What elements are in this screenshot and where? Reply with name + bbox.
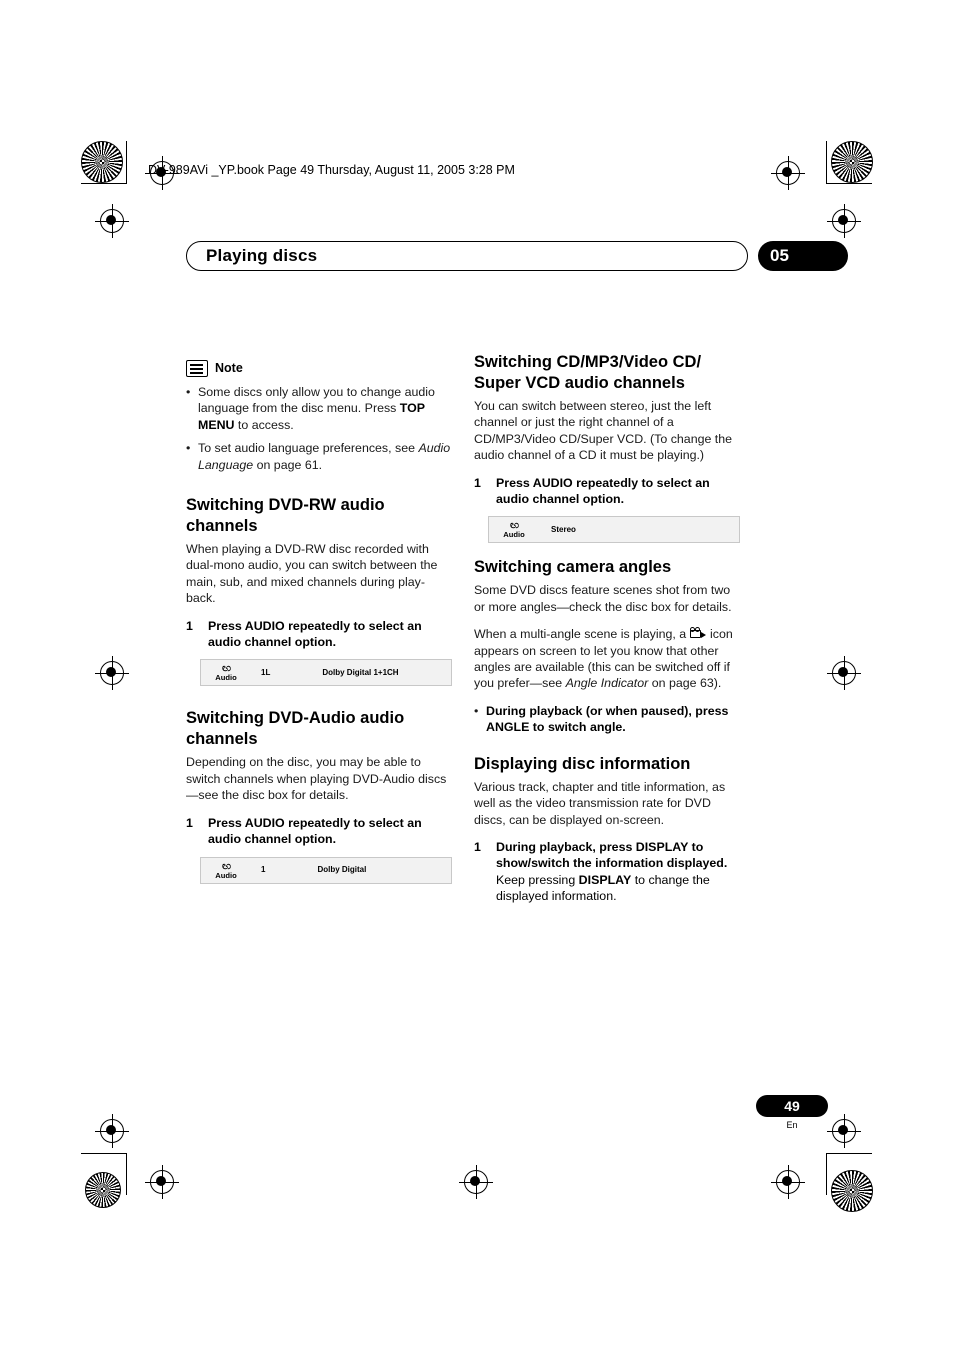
chapter-number: 05: [770, 246, 789, 265]
printer-starburst-bottom-right: [831, 1170, 873, 1212]
body-camera-angles-2: When a multi-angle scene is playing, a i…: [474, 626, 742, 692]
osd-format-value: Dolby Digital 1+1CH: [322, 667, 399, 677]
note-heading: Note: [186, 360, 454, 377]
camera-angle-icon: [689, 627, 707, 640]
step-text: Press AUDIO repeatedly to select an audi…: [208, 618, 422, 650]
note-bullet-1: • Some discs only allow you to change au…: [186, 384, 454, 433]
note-bullet-2: • To set audio language preferences, see…: [186, 440, 454, 473]
osd-strip-dvd-rw: ඟ Audio 1L Dolby Digital 1+1CH: [200, 659, 452, 687]
step-disc-info: 1 During playback, press DISPLAY to show…: [474, 839, 742, 905]
osd-strip-dvd-audio: ඟ Audio 1 Dolby Digital: [200, 856, 452, 884]
crop-rule-bottom-left-h: [81, 1153, 127, 1154]
crop-rule-bottom-right-v: [826, 1153, 827, 1195]
registration-mark-center-left: [95, 656, 129, 690]
osd-mode-value: Stereo: [551, 524, 576, 534]
step-bold-text: During playback, press DISPLAY to show/s…: [496, 839, 728, 871]
bullet-angle-text: During playback (or when paused), press …: [486, 703, 729, 735]
step-text: Press AUDIO repeatedly to select an audi…: [208, 815, 422, 847]
crop-rule-top-right-v: [826, 141, 827, 183]
audio-icon-caption: Audio: [215, 870, 237, 880]
step-text: During playback, press DISPLAY to show/s…: [496, 839, 742, 905]
step-number: 1: [186, 815, 193, 830]
registration-mark-top-right: [771, 156, 805, 190]
angle-indicator-reference: Angle Indicator: [565, 676, 649, 691]
page-language-code: En: [786, 1120, 798, 1130]
body-dvd-rw: When playing a DVD-RW disc recorded with…: [186, 542, 438, 606]
registration-mark-bottom-left: [145, 1165, 179, 1199]
step-number: 1: [474, 475, 481, 490]
display-keyword: DISPLAY: [578, 872, 632, 887]
audio-disc-icon: ඟ Audio: [213, 663, 239, 682]
bullet-dot: •: [186, 441, 191, 456]
osd-format-value: Dolby Digital: [317, 864, 367, 874]
registration-mark-lower-right: [827, 1114, 861, 1148]
note-label: Note: [215, 361, 243, 376]
step-followup-pre: Keep pressing: [496, 872, 579, 887]
body-dvd-audio: Depending on the disc, you may be able t…: [186, 755, 447, 803]
note-icon: [186, 360, 208, 377]
page-number: 49: [784, 1098, 800, 1114]
registration-mark-center-right: [827, 656, 861, 690]
note-bullet-2-pre: To set audio language preferences, see: [198, 441, 419, 456]
registration-mark-mid-left: [95, 204, 129, 238]
crop-rule-bottom-right-h: [826, 1153, 872, 1154]
registration-mark-bottom-right: [771, 1165, 805, 1199]
file-slug-line: DV-989AVi _YP.book Page 49 Thursday, Aug…: [148, 163, 515, 177]
note-bullet-1-post: to access.: [234, 417, 294, 432]
crop-rule-top-right-h: [826, 183, 872, 184]
printer-starburst-bottom-left: [85, 1172, 121, 1208]
note-bullet-2-post: on page 61.: [253, 457, 323, 472]
audio-icon-caption: Audio: [503, 530, 525, 540]
step-cd-mp3: 1 Press AUDIO repeatedly to select an au…: [474, 475, 742, 508]
page-title: Playing discs: [206, 246, 318, 265]
step-number: 1: [186, 618, 193, 633]
printer-starburst-top-left: [81, 141, 123, 183]
body-camera-angles-1: Some DVD discs feature scenes shot from …: [474, 583, 732, 614]
heading-switching-cd-mp3-video-cd-audio-channels: Switching CD/MP3/Video CD/ Super VCD aud…: [474, 353, 702, 392]
note-bullet-1-text: Some discs only allow you to change audi…: [198, 384, 454, 433]
registration-mark-lower-left: [95, 1114, 129, 1148]
heading-displaying-disc-information: Displaying disc information: [474, 754, 691, 773]
crop-rule-top-left-v: [126, 141, 127, 183]
right-column: Switching CD/MP3/Video CD/ Super VCD aud…: [474, 352, 742, 905]
osd-channel-value: 1: [261, 864, 266, 874]
step-text: Press AUDIO repeatedly to select an audi…: [496, 475, 710, 507]
body-disc-info: Various track, chapter and title informa…: [474, 779, 726, 827]
crop-rule-top-left-h: [81, 183, 127, 184]
body-cd-mp3: You can switch between stereo, just the …: [474, 399, 733, 463]
registration-mark-bottom-center: [459, 1165, 493, 1199]
bullet-dot: •: [474, 703, 479, 718]
heading-switching-dvd-audio-audio-channels: Switching DVD-Audio audio channels: [186, 709, 405, 749]
step-follow-up: Keep pressing DISPLAY to change the disp…: [496, 873, 710, 903]
camera-angles-post: on page 63).: [648, 676, 722, 691]
bullet-angle-playback: • During playback (or when paused), pres…: [474, 703, 742, 736]
step-dvd-audio: 1 Press AUDIO repeatedly to select an au…: [186, 815, 454, 848]
crop-rule-bottom-left-v: [126, 1153, 127, 1195]
osd-strip-cd-mp3: ඟ Audio Stereo: [488, 516, 740, 544]
heading-switching-dvd-rw-audio-channels: Switching DVD-RW audio channels: [186, 496, 385, 536]
heading-switching-camera-angles: Switching camera angles: [474, 558, 672, 577]
note-bullet-2-text: To set audio language preferences, see A…: [198, 440, 454, 473]
step-number: 1: [474, 839, 481, 854]
camera-angles-pre: When a multi-angle scene is playing, a: [474, 627, 690, 642]
audio-disc-icon: ඟ Audio: [213, 860, 239, 880]
bullet-dot: •: [186, 385, 191, 399]
audio-disc-icon: ඟ Audio: [501, 520, 527, 539]
registration-mark-mid-right: [827, 204, 861, 238]
printer-starburst-top-right: [831, 141, 873, 183]
osd-channel-value: 1L: [261, 667, 271, 677]
audio-icon-caption: Audio: [215, 673, 237, 683]
left-column: Note • Some discs only allow you to chan…: [186, 360, 454, 898]
step-dvd-rw: 1 Press AUDIO repeatedly to select an au…: [186, 618, 454, 651]
